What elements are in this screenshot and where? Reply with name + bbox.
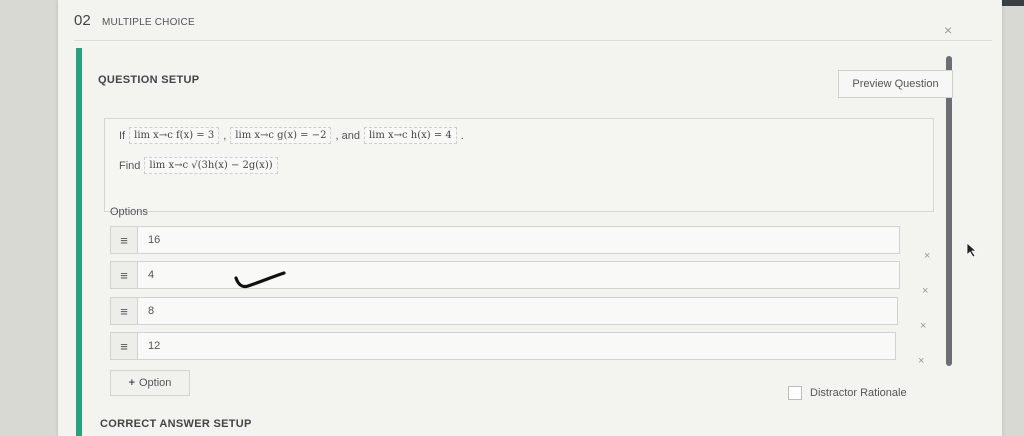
drag-handle-icon[interactable]: ≡ bbox=[110, 332, 138, 360]
option-input[interactable]: 8 bbox=[138, 297, 898, 325]
correct-answer-setup-title: CORRECT ANSWER SETUP bbox=[100, 418, 252, 430]
drag-handle-icon[interactable]: ≡ bbox=[110, 226, 138, 254]
option-row: ≡ 16 bbox=[110, 226, 900, 254]
question-type-label: MULTIPLE CHOICE bbox=[102, 17, 195, 28]
separator-1: , bbox=[223, 129, 227, 142]
question-setup-title: QUESTION SETUP bbox=[98, 74, 200, 86]
drag-handle-icon[interactable]: ≡ bbox=[110, 261, 138, 289]
question-number: 02 bbox=[74, 12, 91, 29]
if-text: If bbox=[119, 129, 126, 142]
distractor-rationale-label: Distractor Rationale bbox=[810, 387, 907, 399]
drag-handle-icon[interactable]: ≡ bbox=[110, 297, 138, 325]
limit-g-expression[interactable]: lim x→c g(x) = −2 bbox=[230, 127, 332, 144]
remove-option-icon[interactable]: × bbox=[918, 355, 924, 367]
option-input[interactable]: 16 bbox=[138, 226, 900, 254]
remove-option-icon[interactable]: × bbox=[922, 285, 928, 297]
header-divider bbox=[74, 40, 992, 41]
find-limit-expression[interactable]: lim x→c √(3h(x) − 2g(x)) bbox=[144, 157, 278, 174]
find-text: Find bbox=[119, 159, 141, 172]
remove-option-icon[interactable]: × bbox=[924, 250, 930, 262]
plus-icon: + bbox=[128, 377, 135, 389]
question-line-2: Find lim x→c √(3h(x) − 2g(x)) bbox=[119, 157, 278, 174]
question-line-1: If lim x→c f(x) = 3 , lim x→c g(x) = −2 … bbox=[119, 127, 464, 144]
option-input[interactable]: 12 bbox=[138, 332, 896, 360]
scrollbar[interactable] bbox=[946, 56, 952, 366]
question-stem-editor[interactable]: If lim x→c f(x) = 3 , lim x→c g(x) = −2 … bbox=[104, 118, 934, 212]
remove-option-icon[interactable]: × bbox=[920, 320, 926, 332]
option-row: ≡ 8 bbox=[110, 297, 898, 325]
add-option-button[interactable]: + Option bbox=[110, 370, 190, 396]
option-row: ≡ 12 bbox=[110, 332, 896, 360]
preview-question-button[interactable]: Preview Question bbox=[838, 70, 953, 98]
section-accent-bar bbox=[76, 48, 82, 436]
add-option-label: Option bbox=[139, 377, 172, 389]
mouse-pointer-icon bbox=[966, 242, 978, 258]
distractor-rationale-checkbox[interactable] bbox=[788, 386, 802, 400]
options-label: Options bbox=[110, 206, 148, 218]
limit-h-expression[interactable]: lim x→c h(x) = 4 bbox=[363, 127, 457, 144]
period: . bbox=[460, 129, 464, 142]
distractor-rationale-toggle[interactable]: Distractor Rationale bbox=[788, 386, 907, 400]
separator-2: , and bbox=[335, 129, 360, 142]
handwritten-checkmark-icon bbox=[234, 271, 286, 289]
close-icon[interactable]: × bbox=[944, 22, 952, 38]
option-row: ≡ 4 bbox=[110, 261, 900, 289]
question-editor-panel: 02 MULTIPLE CHOICE × QUESTION SETUP Prev… bbox=[58, 0, 1002, 436]
limit-f-expression[interactable]: lim x→c f(x) = 3 bbox=[129, 127, 220, 144]
